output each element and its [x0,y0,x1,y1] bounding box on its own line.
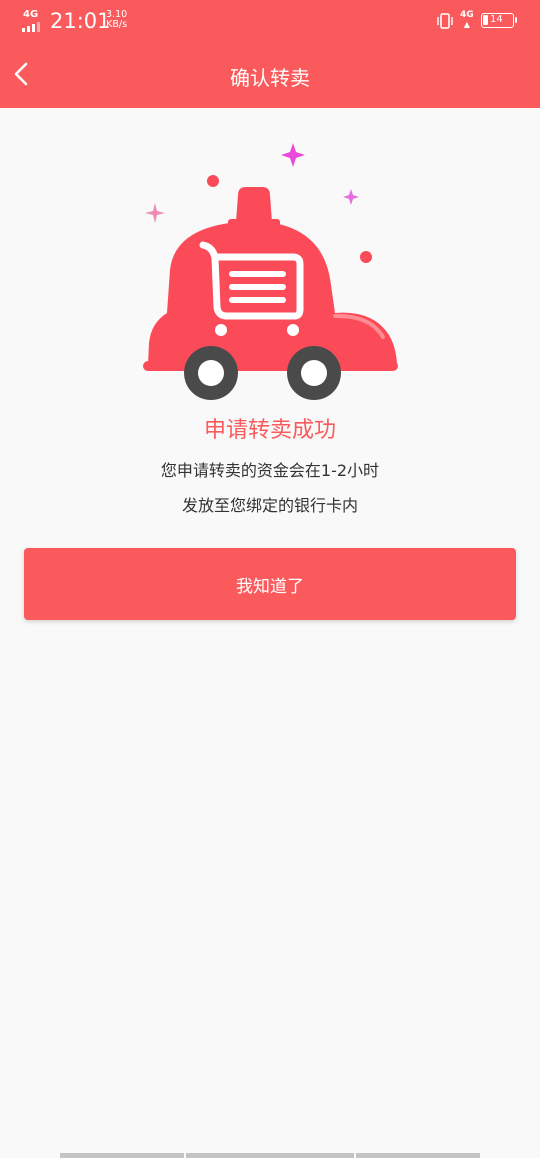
network-speed-unit: KB/s [106,19,128,30]
shopping-cart-car-icon [143,143,398,400]
sparkle-icon [145,203,165,223]
cell-signal-icon: 4G [22,9,44,32]
battery-icon: 14 [481,13,517,28]
nav-gesture-bar [186,1153,354,1158]
sparkle-icon [343,189,359,205]
nav-bar: 确认转卖 [0,42,540,108]
clock: 21:01 [50,9,111,33]
success-description-line2: 发放至您绑定的银行卡内 [181,496,358,515]
success-title: 申请转卖成功 [203,418,336,443]
network-type-right: 4G ▲ [460,10,474,29]
decor-dot [360,251,372,263]
app-header: 4G 21:01 3.10 KB/s 4G ▲ 14 确认转卖 [0,0,540,108]
acknowledge-button[interactable]: 我知道了 [24,548,516,620]
network-speed: 3.10 KB/s [106,10,127,30]
battery-level: 14 [490,14,503,25]
sparkle-icon [281,143,305,167]
nav-gesture-bar [356,1153,480,1158]
network-type-left: 4G [23,9,39,20]
status-bar: 4G 21:01 3.10 KB/s 4G ▲ 14 [0,0,540,42]
decor-dot [207,175,219,187]
page-title: 确认转卖 [230,66,310,90]
nav-gesture-bar [60,1153,184,1158]
vibrate-icon [437,13,453,29]
success-description-line1: 您申请转卖的资金会在1-2小时 [160,461,380,480]
